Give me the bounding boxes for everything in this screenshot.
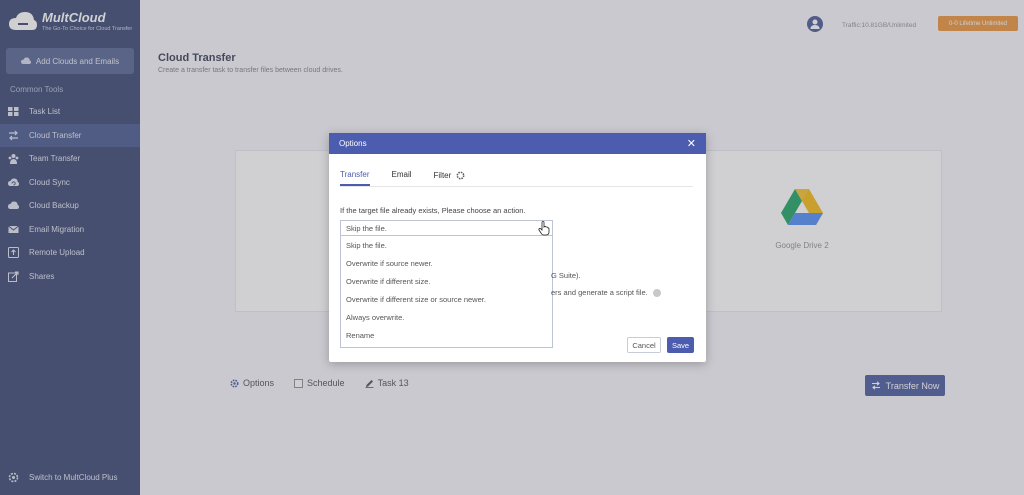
dialog-header: Options ✕	[329, 133, 706, 154]
gsuite-option-text: G Suite).	[551, 271, 581, 280]
cancel-button[interactable]: Cancel	[627, 337, 661, 353]
option-rename[interactable]: Rename	[341, 326, 552, 344]
tab-filter[interactable]: Filter	[434, 170, 466, 186]
script-option-text: ers and generate a script file.	[551, 288, 661, 297]
hand-cursor-icon	[538, 221, 550, 236]
option-skip[interactable]: Skip the file.	[341, 236, 552, 254]
save-button[interactable]: Save	[667, 337, 694, 353]
script-option-label: ers and generate a script file.	[551, 288, 648, 297]
tab-transfer[interactable]: Transfer	[340, 170, 370, 186]
option-overwrite-size-or-newer[interactable]: Overwrite if different size or source ne…	[341, 290, 552, 308]
tab-email[interactable]: Email	[392, 170, 412, 186]
existing-file-prompt: If the target file already exists, Pleas…	[340, 206, 526, 215]
dialog-title: Options	[339, 139, 367, 148]
option-overwrite-size[interactable]: Overwrite if different size.	[341, 272, 552, 290]
options-dialog: Options ✕ Transfer Email Filter If the t…	[329, 133, 706, 362]
existing-file-options-list: Skip the file. Overwrite if source newer…	[340, 236, 553, 348]
help-icon[interactable]	[652, 288, 661, 297]
loading-spinner-icon	[456, 171, 465, 180]
tab-filter-label: Filter	[433, 171, 452, 180]
existing-file-select[interactable]: Skip the file.	[340, 220, 553, 236]
option-overwrite-newer[interactable]: Overwrite if source newer.	[341, 254, 552, 272]
selected-option: Skip the file.	[346, 223, 387, 233]
close-icon[interactable]: ✕	[687, 137, 696, 150]
dialog-tabs: Transfer Email Filter	[340, 170, 693, 187]
option-always-overwrite[interactable]: Always overwrite.	[341, 308, 552, 326]
